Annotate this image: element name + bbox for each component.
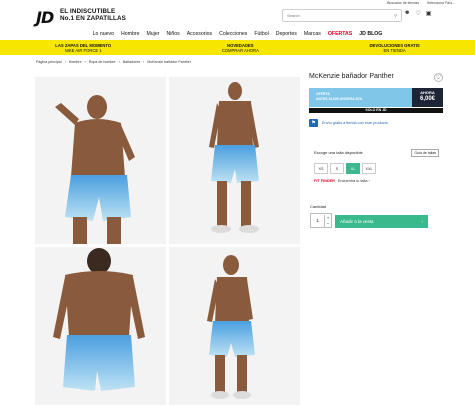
current-price: AHORA 6,00€ <box>412 88 443 107</box>
model-back-view-illustration <box>35 247 166 405</box>
nav-item-futbol[interactable]: Fútbol <box>254 31 268 37</box>
size-option-xl[interactable]: XL <box>346 163 360 174</box>
exclusive-badge: SOLO EN JD <box>309 108 443 113</box>
nav-item-hombre[interactable]: Hombre <box>121 31 139 37</box>
breadcrumb-item[interactable]: Página principal <box>36 60 62 64</box>
fit-finder-link[interactable]: Encuentra tu talla › <box>338 179 370 183</box>
tagline-line-2: No.1 EN ZAPATILLAS <box>60 14 126 22</box>
promo-sub: EN TIENDA <box>383 47 406 53</box>
breadcrumb-current: McKenzie bañador Panther <box>147 60 191 64</box>
search-placeholder: Search <box>287 13 300 18</box>
product-photo-4[interactable] <box>169 247 300 405</box>
savings-percent: AHORRA 40% <box>339 97 363 101</box>
main-nav: Lo nuevo Hombre Mujer Niños Accesorios C… <box>0 29 475 38</box>
product-info: McKenzie bañador Panther ♡ OFERTA ANTES … <box>309 73 443 228</box>
search-input[interactable]: Search ⚲ <box>282 9 402 22</box>
add-to-cart-button[interactable]: Añadir a la cesta › <box>335 215 428 228</box>
promo-title: LAS ZAPAS DEL MOMENTO <box>55 42 112 48</box>
nav-item-ofertas[interactable]: OFERTAS <box>328 31 352 37</box>
fit-finder[interactable]: FIT FINDER Encuentra tu talla › <box>314 179 370 183</box>
product-photo-3[interactable] <box>35 247 166 405</box>
tagline: EL INDISCUTIBLE No.1 EN ZAPATILLAS <box>60 8 126 22</box>
product-photo-2[interactable] <box>169 77 300 244</box>
price-amount: 6,00€ <box>419 96 435 102</box>
search-icon[interactable]: ⚲ <box>394 13 397 18</box>
country-selector[interactable]: Selecciona País... <box>427 1 455 5</box>
bag-icon[interactable]: ▣ <box>426 10 432 17</box>
promo-sub: NIKE AIR FORCE 1 <box>64 47 102 53</box>
quantity-value: 1 <box>316 218 319 223</box>
quantity-label: Cantidad <box>310 204 327 209</box>
promo-item-1[interactable]: LAS ZAPAS DEL MOMENTO NIKE AIR FORCE 1 <box>55 43 111 53</box>
size-guide-button[interactable]: Guía de tallas <box>411 149 439 157</box>
header-icons: ☻ ♡ ▣ <box>404 10 431 17</box>
model-side-pose-illustration <box>169 247 300 405</box>
promo-bar: LAS ZAPAS DEL MOMENTO NIKE AIR FORCE 1 N… <box>0 40 475 55</box>
breadcrumb-separator: › <box>118 60 120 64</box>
header: JD EL INDISCUTIBLE No.1 EN ZAPATILLAS Se… <box>0 6 475 28</box>
product-photo-1[interactable] <box>35 77 166 244</box>
was-price: ANTES 10,00€ <box>316 97 339 101</box>
heart-icon[interactable]: ♡ <box>415 10 420 17</box>
add-to-cart-label: Añadir a la cesta <box>340 219 374 224</box>
breadcrumb-item[interactable]: Bañadores <box>123 60 140 64</box>
breadcrumb-item[interactable]: Hombre <box>69 60 82 64</box>
breadcrumb-item[interactable]: Ropa de hombre <box>89 60 116 64</box>
nav-item-marcas[interactable]: Marcas <box>304 31 321 37</box>
store-finder-link[interactable]: Buscador de tiendas <box>387 1 419 5</box>
wishlist-heart-icon[interactable]: ♡ <box>434 73 443 82</box>
promo-title: NOVEDADES <box>227 42 254 48</box>
now-label: AHORA <box>420 90 435 95</box>
product-gallery <box>35 77 300 405</box>
quantity-decrease-icon[interactable]: − <box>327 221 329 227</box>
promo-title: DEVOLUCIONES GRATIS <box>369 42 420 48</box>
size-option-xs[interactable]: XS <box>314 163 328 174</box>
fit-finder-label: FIT FINDER <box>314 179 335 183</box>
breadcrumb-separator: › <box>84 60 86 64</box>
offer-savings: ANTES 10,00€ AHORRA 40% <box>316 97 362 102</box>
nav-item-accesorios[interactable]: Accesorios <box>187 31 212 37</box>
size-selector: XS S XL XXL <box>314 163 376 174</box>
model-front-pose-illustration <box>35 77 166 244</box>
breadcrumb: Página principal › Hombre › Ropa de hombre… <box>36 60 191 64</box>
jd-logo[interactable]: JD <box>36 8 54 27</box>
offer-details: OFERTA ANTES 10,00€ AHORRA 40% <box>316 92 362 102</box>
promo-item-3[interactable]: DEVOLUCIONES GRATIS EN TIENDA <box>370 43 420 53</box>
nav-item-deportes[interactable]: Deportes <box>276 31 297 37</box>
size-option-xxl[interactable]: XXL <box>362 163 376 174</box>
size-heading: Escoge una talla disponible <box>314 150 363 155</box>
quantity-controls: + − <box>324 214 331 227</box>
product-title: McKenzie bañador Panther <box>309 73 394 80</box>
store-pickup-icon: ⚑ <box>309 119 318 127</box>
nav-item-mujer[interactable]: Mujer <box>146 31 159 37</box>
quantity-stepper[interactable]: 1 + − <box>310 213 332 228</box>
promo-sub: COMPRAR AHORA <box>221 47 259 53</box>
nav-item-blog[interactable]: JD BLOG <box>359 31 382 37</box>
model-full-body-illustration <box>169 77 300 244</box>
nav-item-ninos[interactable]: Niños <box>166 31 179 37</box>
breadcrumb-separator: › <box>64 60 66 64</box>
nav-item-colecciones[interactable]: Colecciones <box>219 31 247 37</box>
nav-item-lo-nuevo[interactable]: Lo nuevo <box>93 31 114 37</box>
shipping-text: Envío gratis a tienda con este producto <box>322 121 388 125</box>
free-shipping-notice[interactable]: ⚑ Envío gratis a tienda con este product… <box>309 119 388 127</box>
promo-item-2[interactable]: NOVEDADES COMPRAR AHORA <box>222 43 259 53</box>
size-option-s[interactable]: S <box>330 163 344 174</box>
breadcrumb-separator: › <box>143 60 145 64</box>
user-icon[interactable]: ☻ <box>404 10 410 17</box>
price-box: OFERTA ANTES 10,00€ AHORRA 40% AHORA 6,0… <box>309 88 443 107</box>
chevron-right-icon: › <box>421 219 424 224</box>
